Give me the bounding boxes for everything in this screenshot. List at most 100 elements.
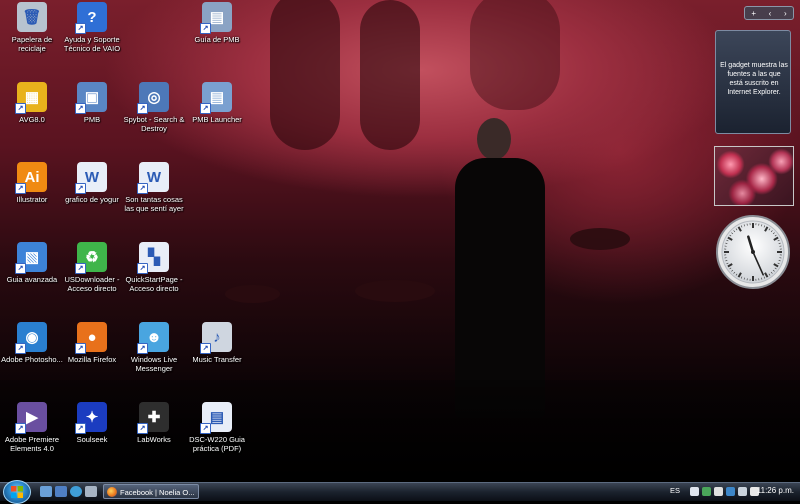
shortcut-arrow-icon: ↗ xyxy=(75,103,86,114)
network-icon[interactable] xyxy=(726,487,735,496)
shortcut-arrow-icon: ↗ xyxy=(137,423,148,434)
feed-headlines-gadget[interactable]: El gadget muestra las fuentes a las que … xyxy=(715,30,791,134)
shortcut-arrow-icon: ↗ xyxy=(137,183,148,194)
pmb-icon: ▣↗ xyxy=(77,82,107,112)
desktop-icon[interactable]: 🗑 Papelera de reciclaje xyxy=(0,2,64,53)
shortcut-arrow-icon: ↗ xyxy=(15,263,26,274)
next-gadget-button[interactable]: › xyxy=(784,9,787,18)
word-document-icon: W↗ xyxy=(139,162,169,192)
feed-gadget-text: El gadget muestra las fuentes a las que … xyxy=(720,61,788,97)
desktop-icon-label: Papelera de reciclaje xyxy=(0,35,64,53)
pmb-launcher-icon: ▤↗ xyxy=(202,82,232,112)
guide-icon: ▧↗ xyxy=(17,242,47,272)
desktop-icon-label: Soulseek xyxy=(60,435,124,444)
desktop-icon[interactable]: ▦↗ AVG8.0 xyxy=(0,82,64,124)
messenger-icon: ☻↗ xyxy=(139,322,169,352)
firefox-icon xyxy=(107,487,117,497)
desktop-icon-label: Windows Live Messenger xyxy=(122,355,186,373)
quick-launch-icon[interactable] xyxy=(85,486,97,497)
tray-icon[interactable] xyxy=(702,487,711,496)
system-tray: ES 11:26 p.m. xyxy=(670,483,800,501)
spybot-icon: ◎↗ xyxy=(139,82,169,112)
desktop-icon[interactable]: ▣↗PMB xyxy=(60,82,124,124)
add-gadget-button[interactable]: + xyxy=(751,9,756,18)
desktop-icon[interactable]: ◉↗ Adobe Photosho... xyxy=(0,322,64,364)
show-desktop-icon[interactable] xyxy=(40,486,52,497)
desktop-icon-label: AVG8.0 xyxy=(0,115,64,124)
desktop-icon-label: LabWorks xyxy=(122,435,186,444)
windows-start-icon xyxy=(10,485,24,499)
desktop-icon[interactable]: ♻↗ USDownloader - Acceso directo xyxy=(60,242,124,293)
taskbar-clock[interactable]: 11:26 p.m. xyxy=(757,486,794,495)
previous-gadget-button[interactable]: ‹ xyxy=(769,9,772,18)
clock-gadget[interactable] xyxy=(715,214,791,290)
desktop-icon[interactable]: ?↗ Ayuda y Soporte Técnico de VAIO xyxy=(60,2,124,53)
taskbar-button-label: Facebook | Noelia O... xyxy=(120,488,194,497)
usdownloader-icon: ♻↗ xyxy=(77,242,107,272)
tray-icon[interactable] xyxy=(714,487,723,496)
desktop-icon-label: grafico de yogur xyxy=(60,195,124,204)
pdf-document-icon: ▤↗ xyxy=(202,402,232,432)
wallpaper-drum xyxy=(355,280,435,302)
shortcut-arrow-icon: ↗ xyxy=(137,103,148,114)
shortcut-arrow-icon: ↗ xyxy=(15,183,26,194)
sidebar-controls[interactable]: + ‹ › xyxy=(744,6,794,20)
switch-windows-icon[interactable] xyxy=(55,486,67,497)
desktop-icon-label: DSC-W220 Guia práctica (PDF) xyxy=(185,435,249,453)
desktop-icon[interactable]: ●↗ Mozilla Firefox xyxy=(60,322,124,364)
firefox-icon: ●↗ xyxy=(77,322,107,352)
word-document-icon: W↗ xyxy=(77,162,107,192)
shortcut-arrow-icon: ↗ xyxy=(137,263,148,274)
desktop-icon-label: Adobe Photosho... xyxy=(0,355,64,364)
desktop-icon[interactable]: ☻↗ Windows Live Messenger xyxy=(122,322,186,373)
avg-icon: ▦↗ xyxy=(17,82,47,112)
recycle-bin-icon: 🗑 xyxy=(17,2,47,32)
wallpaper-singer xyxy=(455,118,545,418)
tray-icon[interactable] xyxy=(690,487,699,496)
desktop-icon-label: Ayuda y Soporte Técnico de VAIO xyxy=(60,35,124,53)
slideshow-gadget[interactable] xyxy=(714,146,794,206)
shortcut-arrow-icon: ↗ xyxy=(75,423,86,434)
shortcut-arrow-icon: ↗ xyxy=(200,423,211,434)
desktop-icon-label: Son tantas cosas las que sentí ayer xyxy=(122,195,186,213)
desktop-icon[interactable]: ▤↗ PMB Launcher xyxy=(185,82,249,124)
shortcut-arrow-icon: ↗ xyxy=(75,23,86,34)
premiere-icon: ▶↗ xyxy=(17,402,47,432)
shortcut-arrow-icon: ↗ xyxy=(137,343,148,354)
desktop-icon-label: Music Transfer xyxy=(185,355,249,364)
shortcut-arrow-icon: ↗ xyxy=(200,103,211,114)
desktop-icon[interactable]: ▧↗ Guia avanzada xyxy=(0,242,64,284)
desktop-icon-label: Adobe Premiere Elements 4.0 xyxy=(0,435,64,453)
photoshop-icon: ◉↗ xyxy=(17,322,47,352)
desktop-icon[interactable]: ✚↗LabWorks xyxy=(122,402,186,444)
desktop-icon[interactable]: ◎↗Spybot - Search & Destroy xyxy=(122,82,186,133)
volume-icon[interactable] xyxy=(738,487,747,496)
language-indicator[interactable]: ES xyxy=(670,486,680,495)
desktop-icon-label: USDownloader - Acceso directo xyxy=(60,275,124,293)
desktop-icon[interactable]: ▤↗ DSC-W220 Guia práctica (PDF) xyxy=(185,402,249,453)
shortcut-arrow-icon: ↗ xyxy=(200,23,211,34)
desktop-icon[interactable]: W↗ Son tantas cosas las que sentí ayer xyxy=(122,162,186,213)
soulseek-icon: ✦↗ xyxy=(77,402,107,432)
desktop-icon-label: PMB Launcher xyxy=(185,115,249,124)
desktop-icon[interactable]: Ai↗Illustrator xyxy=(0,162,64,204)
desktop-icon[interactable]: ▤↗Guía de PMB xyxy=(185,2,249,44)
wallpaper-shadow xyxy=(470,0,560,110)
desktop-icon[interactable]: ▚↗QuickStartPage - Acceso directo xyxy=(122,242,186,293)
start-button[interactable] xyxy=(3,480,31,504)
shortcut-arrow-icon: ↗ xyxy=(15,103,26,114)
desktop-icon-label: Mozilla Firefox xyxy=(60,355,124,364)
help-icon: ?↗ xyxy=(77,2,107,32)
shortcut-arrow-icon: ↗ xyxy=(200,343,211,354)
shortcut-arrow-icon: ↗ xyxy=(75,263,86,274)
desktop-icon[interactable]: W↗ grafico de yogur xyxy=(60,162,124,204)
taskbar-button-facebook[interactable]: Facebook | Noelia O... xyxy=(103,484,199,499)
desktop-icon-label: Guia avanzada xyxy=(0,275,64,284)
desktop-icon[interactable]: ▶↗ Adobe Premiere Elements 4.0 xyxy=(0,402,64,453)
desktop-icon[interactable]: ♪↗ Music Transfer xyxy=(185,322,249,364)
illustrator-icon: Ai↗ xyxy=(17,162,47,192)
internet-explorer-icon[interactable] xyxy=(70,486,82,497)
music-transfer-icon: ♪↗ xyxy=(202,322,232,352)
desktop-icon[interactable]: ✦↗ Soulseek xyxy=(60,402,124,444)
quickstartpage-icon: ▚↗ xyxy=(139,242,169,272)
